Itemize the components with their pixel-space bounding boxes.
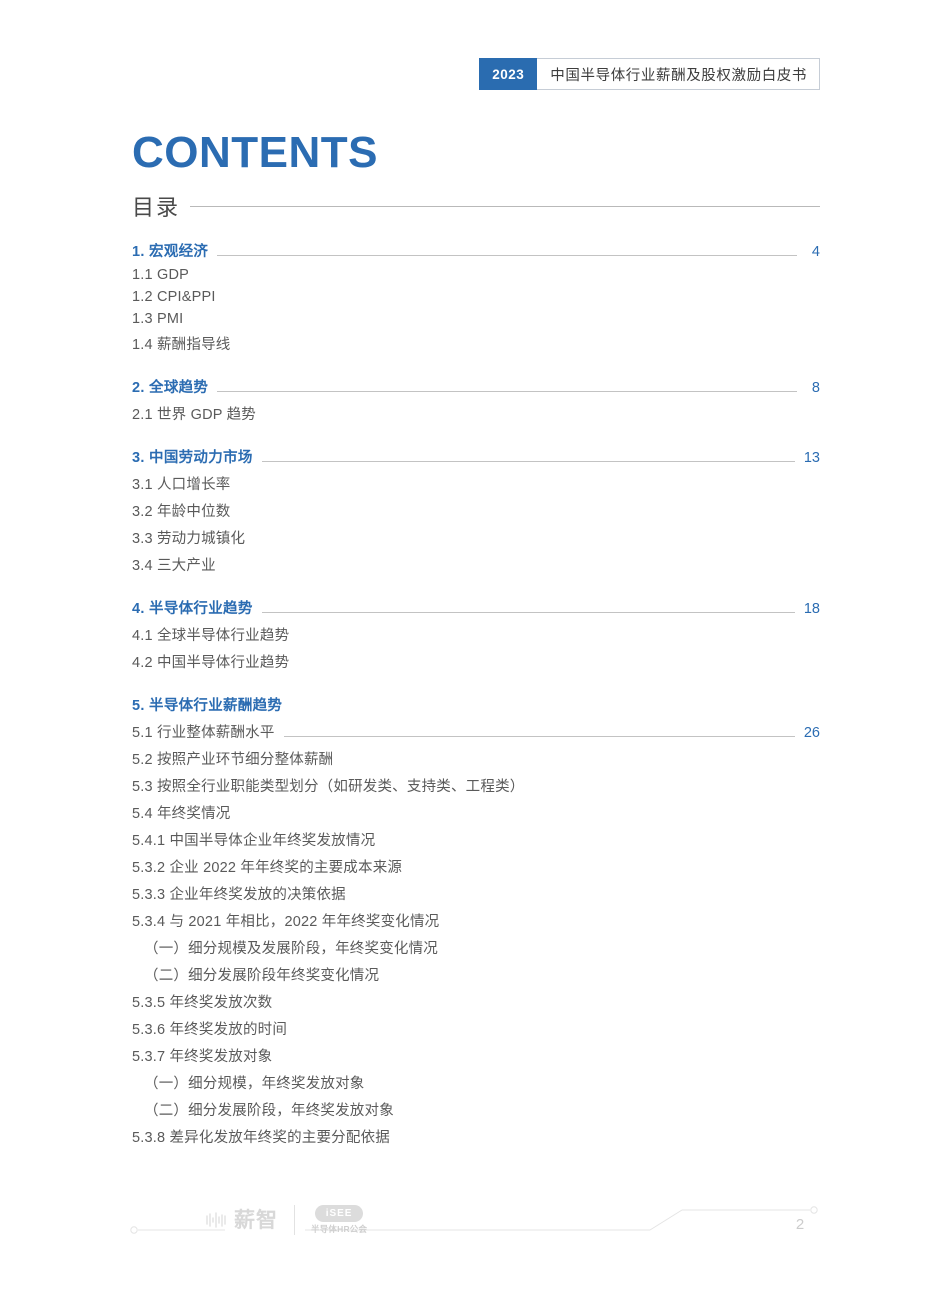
- title-block: CONTENTS 目录: [132, 128, 820, 222]
- toc-entry-label: 1.2 CPI&PPI: [132, 289, 216, 305]
- toc-entry[interactable]: 3.2 年龄中位数: [132, 500, 820, 521]
- toc-entry-label: 1.1 GDP: [132, 267, 190, 283]
- page-title: CONTENTS: [132, 128, 378, 177]
- footer-logos: 薪智 iSEE 半导体HR公会: [205, 1198, 367, 1242]
- toc-entry[interactable]: 5.2 按照产业环节细分整体薪酬: [132, 748, 820, 769]
- toc-entry-label: 4.1 全球半导体行业趋势: [132, 628, 290, 644]
- subtitle-divider: [190, 205, 820, 207]
- toc-leader-line: [261, 612, 795, 613]
- toc-entry[interactable]: （一）细分规模，年终奖发放对象: [132, 1072, 832, 1093]
- toc-entry-label: 3.4 三大产业: [132, 558, 216, 574]
- toc-section: 4. 半导体行业趋势 18 4.1 全球半导体行业趋势 4.2 中国半导体行业趋势: [132, 597, 820, 672]
- page-footer: 薪智 iSEE 半导体HR公会 2: [0, 1190, 950, 1260]
- wave-icon: [206, 1212, 226, 1228]
- xinzhi-logo: 薪智: [205, 1210, 278, 1231]
- toc-page-number: 13: [803, 450, 820, 466]
- toc-section-heading[interactable]: 3. 中国劳动力市场 13: [132, 446, 820, 467]
- toc-leader-line: [261, 461, 795, 462]
- toc-entry[interactable]: （一）细分规模及发展阶段，年终奖变化情况: [132, 937, 832, 958]
- toc-leader-line: [283, 736, 795, 737]
- isee-logo: iSEE 半导体HR公会: [311, 1205, 367, 1234]
- toc-entry-label: 5.3 按照全行业职能类型划分（如研发类、支持类、工程类）: [132, 779, 525, 795]
- toc-entry-label: （一）细分规模及发展阶段，年终奖变化情况: [144, 941, 438, 957]
- toc-entry[interactable]: 3.3 劳动力城镇化: [132, 527, 820, 548]
- toc-entry[interactable]: （二）细分发展阶段年终奖变化情况: [132, 964, 832, 985]
- toc-entry-label: 5.3.8 差异化发放年终奖的主要分配依据: [132, 1130, 390, 1146]
- toc-entry-label: 5.3.6 年终奖发放的时间: [132, 1022, 288, 1038]
- toc-entry-label: 1. 宏观经济: [132, 244, 209, 260]
- toc-entry-label: （二）细分发展阶段年终奖变化情况: [144, 968, 380, 984]
- toc-entry-label: 3. 中国劳动力市场: [132, 450, 253, 466]
- toc-entry[interactable]: 4.2 中国半导体行业趋势: [132, 651, 820, 672]
- footer-page-number: 2: [795, 1216, 805, 1233]
- toc-leader-line: [217, 391, 797, 392]
- toc-entry[interactable]: 1.4 薪酬指导线: [132, 333, 820, 354]
- toc-entry[interactable]: 5.3.8 差异化发放年终奖的主要分配依据: [132, 1126, 820, 1147]
- toc-section-heading[interactable]: 2. 全球趋势 8: [132, 376, 820, 397]
- toc-entry-label: 5. 半导体行业薪酬趋势: [132, 698, 283, 714]
- footer-logo-divider: [294, 1205, 295, 1235]
- toc-entry[interactable]: 5.3.7 年终奖发放对象: [132, 1045, 820, 1066]
- toc-entry-label: 5.3.5 年终奖发放次数: [132, 995, 273, 1011]
- toc-entry[interactable]: 1.3 PMI: [132, 311, 820, 327]
- toc-entry-label: 5.4.1 中国半导体企业年终奖发放情况: [132, 833, 376, 849]
- toc-entry[interactable]: 5.3.4 与 2021 年相比，2022 年年终奖变化情况: [132, 910, 820, 931]
- toc-entry-label: 5.3.3 企业年终奖发放的决策依据: [132, 887, 346, 903]
- page-subtitle: 目录: [132, 195, 181, 221]
- toc-entry[interactable]: （二）细分发展阶段，年终奖发放对象: [132, 1099, 832, 1120]
- toc-section: 1. 宏观经济 4 1.1 GDP 1.2 CPI&PPI 1.3 PMI 1.4 薪酬指…: [132, 240, 820, 354]
- toc-entry-label: 5.1 行业整体薪酬水平: [132, 725, 275, 741]
- toc-leader-line: [217, 255, 797, 256]
- toc-page-number: 4: [811, 244, 820, 260]
- toc-entry-label: 5.2 按照产业环节细分整体薪酬: [132, 752, 334, 768]
- toc-section: 3. 中国劳动力市场 13 3.1 人口增长率 3.2 年龄中位数 3.3 劳动力城镇化…: [132, 446, 820, 575]
- toc-entry[interactable]: 1.1 GDP: [132, 267, 820, 283]
- page-header: 2023 中国半导体行业薪酬及股权激励白皮书: [479, 58, 820, 90]
- isee-sub-text: 半导体HR公会: [311, 1224, 368, 1235]
- toc-page-number: 18: [803, 601, 820, 617]
- toc-entry-label: 3.2 年龄中位数: [132, 504, 231, 520]
- toc-entry-label: 2.1 世界 GDP 趋势: [132, 407, 257, 423]
- toc-entry[interactable]: 5.3 按照全行业职能类型划分（如研发类、支持类、工程类）: [132, 775, 820, 796]
- toc-entry-label: （一）细分规模，年终奖发放对象: [144, 1076, 365, 1092]
- toc-entry[interactable]: 4.1 全球半导体行业趋势: [132, 624, 820, 645]
- toc-section-heading[interactable]: 4. 半导体行业趋势 18: [132, 597, 820, 618]
- toc-entry-label: 3.3 劳动力城镇化: [132, 531, 246, 547]
- toc-entry[interactable]: 5.3.6 年终奖发放的时间: [132, 1018, 820, 1039]
- toc-page-number: 8: [811, 380, 820, 396]
- toc-entry[interactable]: 2.1 世界 GDP 趋势: [132, 403, 820, 424]
- toc-entry-label: 1.3 PMI: [132, 311, 184, 327]
- toc-entry[interactable]: 5.4 年终奖情况: [132, 802, 820, 823]
- toc-entry[interactable]: 5.3.2 企业 2022 年年终奖的主要成本来源: [132, 856, 820, 877]
- toc-entry[interactable]: 3.4 三大产业: [132, 554, 820, 575]
- toc-entry-label: 2. 全球趋势: [132, 380, 209, 396]
- toc-entry-label: 5.4 年终奖情况: [132, 806, 231, 822]
- toc-section: 5. 半导体行业薪酬趋势 5.1 行业整体薪酬水平 26 5.2 按照产业环节细分整体…: [132, 694, 820, 1147]
- toc-entry[interactable]: 1.2 CPI&PPI: [132, 289, 820, 305]
- table-of-contents: 1. 宏观经济 4 1.1 GDP 1.2 CPI&PPI 1.3 PMI 1.4 薪酬指…: [132, 240, 820, 1147]
- xinzhi-logo-text: 薪智: [234, 1208, 278, 1232]
- toc-section-heading[interactable]: 5. 半导体行业薪酬趋势: [132, 694, 820, 715]
- header-title: 中国半导体行业薪酬及股权激励白皮书: [537, 58, 820, 90]
- toc-entry[interactable]: 5.3.5 年终奖发放次数: [132, 991, 820, 1012]
- toc-section-heading[interactable]: 1. 宏观经济 4: [132, 240, 820, 261]
- toc-entry[interactable]: 5.1 行业整体薪酬水平 26: [132, 721, 820, 742]
- toc-entry-label: 5.3.4 与 2021 年相比，2022 年年终奖变化情况: [132, 914, 440, 930]
- toc-entry[interactable]: 5.4.1 中国半导体企业年终奖发放情况: [132, 829, 820, 850]
- toc-entry-label: 4.2 中国半导体行业趋势: [132, 655, 290, 671]
- isee-badge-text: iSEE: [314, 1205, 364, 1223]
- toc-entry-label: 3.1 人口增长率: [132, 477, 231, 493]
- toc-entry[interactable]: 5.3.3 企业年终奖发放的决策依据: [132, 883, 820, 904]
- toc-entry-label: 5.3.7 年终奖发放对象: [132, 1049, 273, 1065]
- toc-section: 2. 全球趋势 8 2.1 世界 GDP 趋势: [132, 376, 820, 424]
- toc-entry[interactable]: 3.1 人口增长率: [132, 473, 820, 494]
- subtitle-row: 目录: [132, 190, 820, 222]
- toc-entry-label: 1.4 薪酬指导线: [132, 337, 231, 353]
- toc-entry-label: 5.3.2 企业 2022 年年终奖的主要成本来源: [132, 860, 403, 876]
- toc-page-number: 26: [803, 725, 820, 741]
- toc-entry-label: 4. 半导体行业趋势: [132, 601, 253, 617]
- header-year-badge: 2023: [479, 58, 538, 90]
- toc-entry-label: （二）细分发展阶段，年终奖发放对象: [144, 1103, 394, 1119]
